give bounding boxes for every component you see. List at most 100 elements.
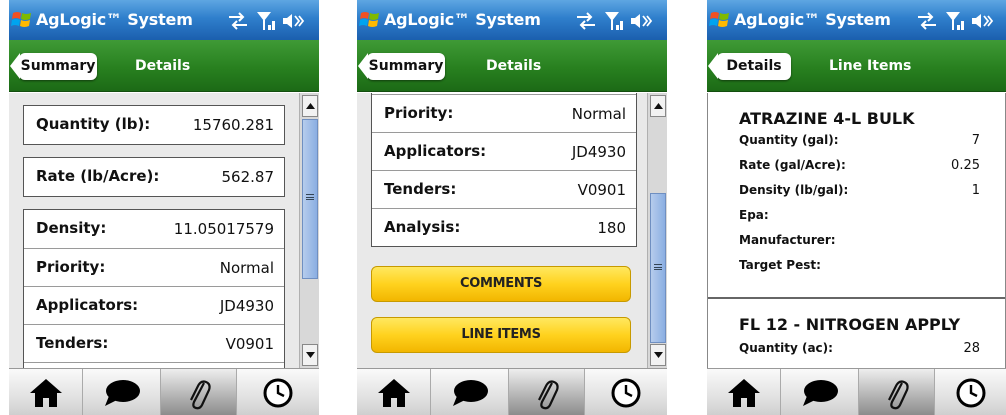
app-title: AgLogic™ System <box>734 10 891 29</box>
grip-icon <box>654 264 662 270</box>
field-row: Quantity (ac): 28 <box>739 337 1005 362</box>
arrow-down-icon <box>306 352 315 358</box>
bottom-toolbar <box>707 368 1006 415</box>
home-icon <box>727 378 760 407</box>
field-value: 1 <box>971 183 980 198</box>
field-row: Quantity (lb): 15760.281 <box>24 106 284 144</box>
scroll-down-button[interactable] <box>302 344 318 366</box>
scroll-up-button[interactable] <box>650 95 666 117</box>
clock-icon <box>611 378 641 407</box>
field-label: Target Pest: <box>739 258 821 272</box>
system-tray[interactable] <box>916 10 998 32</box>
field-value: V0901 <box>225 335 274 353</box>
arrow-up-icon <box>306 103 315 109</box>
attachments-button[interactable] <box>509 369 585 415</box>
vertical-scrollbar[interactable] <box>647 93 667 368</box>
details-content[interactable]: Priority: Normal Applicators: JD4930 Ten… <box>357 93 647 368</box>
scroll-up-button[interactable] <box>302 95 318 117</box>
field-row: Priority: Normal <box>24 248 284 286</box>
field-label: Manufacturer: <box>739 233 836 247</box>
signal-antenna-icon <box>605 12 623 30</box>
home-button[interactable] <box>357 369 431 415</box>
history-button[interactable] <box>935 369 1006 415</box>
line-item-title: ATRAZINE 4-L BULK <box>739 109 915 128</box>
speaker-icon <box>283 14 305 28</box>
field-row: Tenders: V0901 <box>372 170 636 208</box>
title-bar: AgLogic™ System <box>9 0 319 40</box>
clock-icon <box>956 378 985 407</box>
windows-flag-icon[interactable] <box>359 9 381 31</box>
connectivity-arrows-icon <box>229 12 247 30</box>
scrollbar-thumb[interactable] <box>302 119 318 279</box>
line-items-list[interactable]: ATRAZINE 4-L BULK Quantity (gal): 7 Rate… <box>707 93 1006 368</box>
details-back-tab[interactable]: Details <box>708 53 791 80</box>
field-row: Target Pest: <box>739 254 1005 279</box>
comment-bubble-icon <box>104 379 140 406</box>
windows-flag-icon[interactable] <box>11 9 33 31</box>
field-label: Tenders: <box>36 334 109 352</box>
field-label: Density: <box>36 219 107 237</box>
attachments-button[interactable] <box>859 369 935 415</box>
comments-button[interactable] <box>431 369 509 415</box>
header-bar: Summary Details <box>357 40 667 92</box>
app-title: AgLogic™ System <box>384 10 541 29</box>
history-button[interactable] <box>585 369 667 415</box>
line-item[interactable]: ATRAZINE 4-L BULK Quantity (gal): 7 Rate… <box>739 109 1005 279</box>
screen-line-items: AgLogic™ System Details Line Items ATRAZ… <box>707 0 1006 415</box>
field-label: Applicators: <box>36 296 139 314</box>
screen-details-2: AgLogic™ System Summary Details Priority… <box>357 0 667 415</box>
field-value: 11.05017579 <box>173 220 274 238</box>
paperclip-icon <box>189 379 211 409</box>
field-row: Manufacturer: <box>739 229 1005 254</box>
home-button[interactable] <box>707 369 781 415</box>
title-bar: AgLogic™ System <box>707 0 1006 40</box>
home-icon <box>377 378 410 407</box>
system-tray[interactable] <box>575 10 657 32</box>
windows-flag-icon[interactable] <box>709 9 731 31</box>
connectivity-arrows-icon <box>918 12 936 30</box>
summary-back-tab[interactable]: Summary <box>358 53 445 80</box>
quantity-card: Quantity (lb): 15760.281 <box>23 105 285 145</box>
field-value: 180 <box>597 219 626 237</box>
field-value: Normal <box>219 259 274 277</box>
field-row: Rate (gal/Acre): 0.25 <box>739 154 1005 179</box>
system-tray[interactable] <box>227 10 309 32</box>
properties-card: Priority: Normal Applicators: JD4930 Ten… <box>371 93 637 247</box>
details-content[interactable]: Quantity (lb): 15760.281 Rate (lb/Acre):… <box>9 93 299 368</box>
field-row: Quantity (gal): 7 <box>739 129 1005 154</box>
home-button[interactable] <box>9 369 83 415</box>
details-tab[interactable]: Details <box>135 53 190 80</box>
connectivity-arrows-icon <box>577 12 595 30</box>
field-value: 0.25 <box>951 158 980 173</box>
bottom-toolbar <box>9 368 319 415</box>
header-bar: Details Line Items <box>707 40 1006 92</box>
history-button[interactable] <box>237 369 319 415</box>
paperclip-icon <box>887 379 909 409</box>
line-item-title: FL 12 - NITROGEN APPLY <box>739 315 961 334</box>
vertical-scrollbar[interactable] <box>299 93 319 368</box>
scroll-down-button[interactable] <box>650 344 666 366</box>
attachments-button[interactable] <box>161 369 237 415</box>
field-row: Applicators: JD4930 <box>372 132 636 170</box>
field-value: Normal <box>571 105 626 123</box>
properties-card: Density: 11.05017579 Priority: Normal Ap… <box>23 209 285 368</box>
comments-button[interactable] <box>83 369 161 415</box>
details-tab[interactable]: Details <box>486 53 541 80</box>
summary-back-tab[interactable]: Summary <box>10 53 97 80</box>
line-item[interactable]: FL 12 - NITROGEN APPLY Quantity (ac): 28 <box>739 315 1005 362</box>
field-row: Tenders: V0901 <box>24 324 284 362</box>
scrollbar-thumb[interactable] <box>650 193 666 343</box>
field-row: Priority: Normal <box>372 94 636 132</box>
comments-button[interactable]: COMMENTS <box>371 266 631 302</box>
app-title: AgLogic™ System <box>36 10 193 29</box>
field-label: Analysis: <box>384 218 461 236</box>
field-label: Quantity (gal): <box>739 133 839 147</box>
line-items-button[interactable]: LINE ITEMS <box>371 317 631 353</box>
field-label: Quantity (ac): <box>739 341 833 355</box>
paperclip-icon <box>537 379 559 409</box>
signal-antenna-icon <box>257 12 275 30</box>
line-items-tab[interactable]: Line Items <box>829 53 911 80</box>
comments-button[interactable] <box>781 369 859 415</box>
field-value: 15760.281 <box>192 116 274 134</box>
field-value: JD4930 <box>571 143 626 161</box>
